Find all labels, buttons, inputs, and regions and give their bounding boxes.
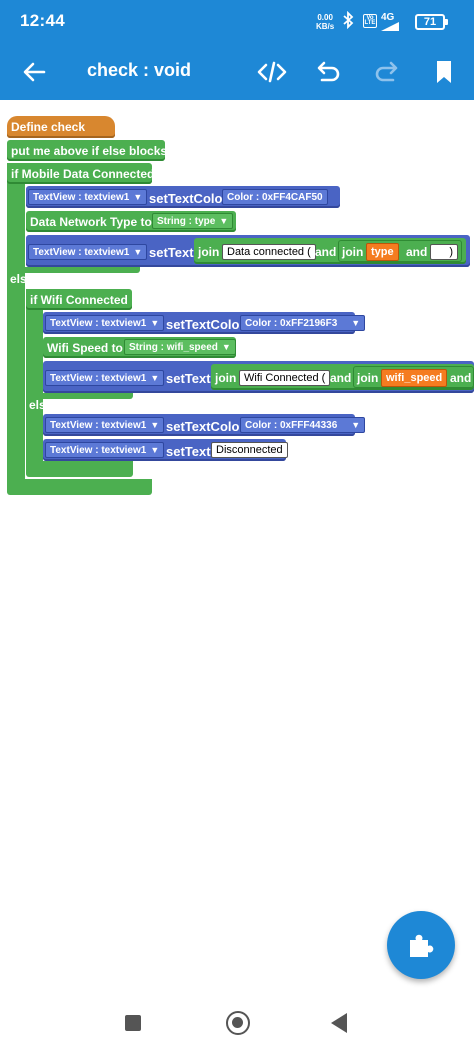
textview-label: TextView : textview1 — [33, 191, 130, 203]
bookmark-icon[interactable] — [428, 56, 460, 88]
color-value-label: Color : 0xFF2196F3 — [245, 317, 338, 329]
join-label: join — [215, 371, 237, 385]
comment-label: put me above if else blocks — [11, 143, 168, 158]
if-wifi-cap — [43, 393, 133, 399]
if-mobile-cap — [25, 267, 140, 273]
dropdown-arrow-icon: ▼ — [133, 247, 143, 257]
if-wifi-spine — [26, 289, 43, 465]
and-label: and — [315, 245, 337, 259]
status-time: 12:44 — [20, 11, 65, 30]
string-wifi-speed-label: String : wifi_speed — [129, 341, 218, 353]
page-title: check : void — [87, 60, 192, 80]
redo-icon[interactable] — [370, 56, 402, 88]
set-text-label: setText — [166, 444, 211, 459]
textview-label: TextView : textview1 — [50, 444, 147, 456]
string-type-selector[interactable]: String : type ▼ — [152, 213, 234, 229]
volte-icon: Vo LTE — [363, 14, 377, 28]
textview-label: TextView : textview1 — [50, 419, 147, 431]
undo-icon[interactable] — [313, 56, 345, 88]
textview-selector-5[interactable]: TextView : textview1 ▼ — [45, 417, 165, 433]
and-label: and — [406, 245, 428, 259]
set-text-color-label: setTextColor — [149, 191, 228, 206]
string-type-label: String : type — [157, 215, 216, 227]
dropdown-arrow-icon: ▼ — [351, 420, 361, 430]
home-circle-icon[interactable] — [226, 1011, 250, 1035]
if-wifi-end-cap — [26, 461, 133, 477]
join-label: join — [357, 371, 379, 385]
wifi-connected-text: Wifi Connected ( — [244, 372, 326, 384]
net-speed: 0.00 KB/s — [316, 13, 334, 31]
set-text-color-label: setTextColor — [166, 419, 245, 434]
dropdown-arrow-icon: ▼ — [150, 420, 160, 430]
close-paren-text: ) — [449, 246, 453, 258]
color-value-label: Color : 0xFFF44336 — [245, 419, 338, 431]
textview-selector-6[interactable]: TextView : textview1 ▼ — [45, 442, 165, 458]
text-literal-close-paren[interactable]: ) — [430, 244, 458, 260]
if-mobile-label: if Mobile Data Connected — [11, 166, 155, 181]
bluetooth-icon — [342, 10, 354, 33]
if-mobile-block[interactable]: if Mobile Data Connected — [7, 163, 155, 184]
back-triangle-icon[interactable] — [331, 1013, 347, 1033]
string-wifi-speed-selector[interactable]: String : wifi_speed ▼ — [124, 339, 236, 355]
if-wifi-block[interactable]: if Wifi Connected — [26, 289, 132, 310]
net-speed-value: 0.00 — [317, 13, 333, 22]
and-label: and — [330, 371, 352, 385]
wifi-speed-variable-label: wifi_speed — [386, 372, 443, 384]
dropdown-arrow-icon: ▼ — [351, 318, 361, 328]
net-speed-unit: KB/s — [316, 22, 335, 31]
type-variable-label: type — [371, 246, 394, 258]
textview-selector-4[interactable]: TextView : textview1 ▼ — [45, 370, 165, 386]
text-literal-wifi-connected[interactable]: Wifi Connected ( — [239, 370, 331, 386]
app-bar: check : void — [0, 44, 474, 100]
status-bar: 12:44 0.00 KB/s Vo LTE 4G 71 — [0, 0, 474, 44]
textview-label: TextView : textview1 — [33, 246, 130, 258]
variable-type[interactable]: type — [366, 243, 399, 261]
block-canvas[interactable]: Define check put me above if else blocks… — [0, 100, 474, 1000]
textview-selector-1[interactable]: TextView : textview1 ▼ — [28, 189, 148, 205]
and-label: and — [450, 371, 472, 385]
dropdown-arrow-icon: ▼ — [150, 445, 160, 455]
dropdown-arrow-icon: ▼ — [219, 216, 229, 226]
join-label: join — [342, 245, 364, 259]
system-nav-bar — [0, 1000, 474, 1053]
dropdown-arrow-icon: ▼ — [150, 373, 160, 383]
dropdown-arrow-icon: ▼ — [221, 342, 231, 352]
signal-icon — [381, 22, 399, 31]
text-literal-data-connected[interactable]: Data connected ( — [222, 244, 316, 260]
recents-square-icon[interactable] — [125, 1015, 141, 1031]
set-text-color-label: setTextColor — [166, 317, 245, 332]
code-icon[interactable] — [256, 56, 288, 88]
back-arrow-icon[interactable] — [18, 56, 50, 88]
color-selector-1[interactable]: Color : 0xFF4CAF50 — [222, 189, 328, 205]
set-text-label: setText — [166, 371, 211, 386]
else-label-1: else — [10, 272, 34, 286]
add-block-fab[interactable] — [387, 911, 455, 979]
textview-selector-3[interactable]: TextView : textview1 ▼ — [45, 315, 165, 331]
color-value-label: Color : 0xFF4CAF50 — [227, 191, 323, 203]
variable-wifi-speed[interactable]: wifi_speed — [381, 369, 448, 387]
textview-label: TextView : textview1 — [50, 372, 147, 384]
if-wifi-label: if Wifi Connected — [30, 292, 128, 307]
data-connected-text: Data connected ( — [227, 246, 311, 258]
join-label: join — [198, 245, 220, 259]
comment-block[interactable]: put me above if else blocks — [7, 140, 168, 161]
define-label: Define check — [11, 120, 86, 134]
text-literal-disconnected[interactable]: Disconnected — [211, 442, 288, 458]
dropdown-arrow-icon: ▼ — [150, 318, 160, 328]
define-block[interactable]: Define check — [7, 116, 115, 138]
color-selector-3[interactable]: Color : 0xFFF44336 ▼ — [240, 417, 366, 433]
textview-selector-2[interactable]: TextView : textview1 ▼ — [28, 244, 148, 260]
if-mobile-spine — [7, 163, 25, 493]
textview-label: TextView : textview1 — [50, 317, 147, 329]
color-selector-2[interactable]: Color : 0xFF2196F3 ▼ — [240, 315, 366, 331]
battery-icon: 71 — [415, 14, 448, 30]
else-label-2: else — [29, 398, 53, 412]
wifi-speed-to-label: Wifi Speed to — [47, 340, 123, 355]
disconnected-text: Disconnected — [216, 444, 283, 456]
set-text-label: setText — [149, 245, 194, 260]
if-mobile-end-cap — [7, 479, 152, 495]
data-network-type-label: Data Network Type to — [30, 214, 152, 229]
dropdown-arrow-icon: ▼ — [133, 192, 143, 202]
